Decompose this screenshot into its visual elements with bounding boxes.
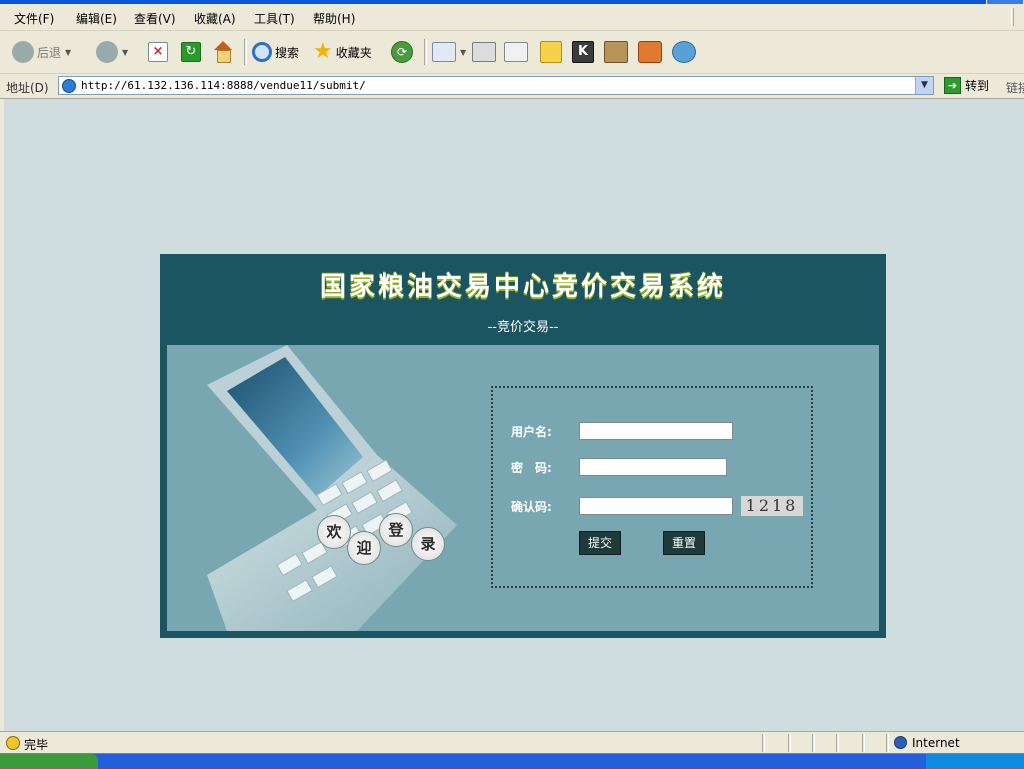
status-text: 完毕 — [24, 738, 49, 752]
system-title: 国家粮油交易中心竞价交易系统 — [319, 272, 726, 302]
people-button[interactable] — [672, 37, 696, 67]
toolbar-separator — [424, 39, 427, 65]
links-button[interactable]: 链接 — [1006, 79, 1024, 96]
status-divider — [862, 734, 865, 752]
status-bar: 完毕 Internet — [0, 731, 1024, 754]
confirm-code-label: 确认码: — [511, 499, 552, 514]
ie-page-icon — [62, 79, 76, 93]
forward-dropdown-icon[interactable]: ▼ — [122, 48, 128, 57]
welcome-badge: 迎 — [347, 531, 381, 565]
favorites-label: 收藏夹 — [335, 45, 372, 60]
note-icon — [540, 41, 562, 63]
login-panel: 欢 迎 登 录 用户名: 密 码: 确认码: 1218 提交 重置 — [167, 345, 879, 631]
status-divider — [812, 734, 815, 752]
home-icon — [212, 41, 234, 63]
search-icon — [252, 42, 272, 62]
laptop-illustration — [207, 345, 457, 631]
status-divider — [788, 734, 791, 752]
toolbar-separator — [244, 39, 247, 65]
system-tray — [926, 754, 1024, 769]
address-input[interactable]: http://61.132.136.114:8888/vendue11/subm… — [58, 76, 934, 95]
address-url[interactable]: http://61.132.136.114:8888/vendue11/subm… — [81, 79, 366, 92]
status-divider — [836, 734, 839, 752]
edit-button[interactable] — [504, 37, 528, 67]
confirm-code-row: 确认码: 1218 — [511, 496, 803, 516]
note-button[interactable] — [540, 37, 562, 67]
username-input[interactable] — [579, 422, 733, 440]
address-dropdown-icon[interactable]: ▼ — [915, 77, 933, 94]
print-button[interactable] — [472, 37, 496, 67]
forward-button[interactable]: ▼ — [96, 37, 128, 67]
address-bar: 地址(D) http://61.132.136.114:8888/vendue1… — [0, 74, 1024, 99]
login-card: 国家粮油交易中心竞价交易系统 --竞价交易-- 欢 迎 登 录 用户名: 密 码… — [160, 254, 886, 638]
menu-favorites[interactable]: 收藏(A) — [194, 10, 236, 27]
confirm-code-input[interactable] — [579, 497, 733, 515]
k-button[interactable]: K — [572, 37, 594, 67]
submit-button[interactable]: 提交 — [579, 531, 621, 555]
login-form: 用户名: 密 码: 确认码: 1218 提交 重置 — [491, 386, 813, 588]
edit-icon — [504, 42, 528, 62]
password-label: 密 码: — [511, 460, 552, 475]
stop-button[interactable]: × — [148, 37, 168, 67]
mail-icon — [432, 42, 456, 62]
username-row: 用户名: — [511, 422, 733, 440]
people-icon — [672, 41, 696, 63]
page-done-icon — [6, 736, 20, 750]
reset-button[interactable]: 重置 — [663, 531, 705, 555]
search-label: 搜索 — [275, 45, 300, 60]
menu-help[interactable]: 帮助(H) — [313, 10, 355, 27]
back-label: 后退 — [37, 45, 62, 60]
page-content: 国家粮油交易中心竞价交易系统 --竞价交易-- 欢 迎 登 录 用户名: 密 码… — [0, 99, 1024, 731]
refresh-icon: ↻ — [181, 42, 201, 62]
welcome-badges: 欢 迎 登 录 — [317, 509, 467, 569]
internet-globe-icon — [894, 736, 907, 749]
start-button[interactable] — [0, 754, 98, 769]
username-label: 用户名: — [511, 424, 552, 439]
star-icon: ★ — [313, 39, 333, 64]
go-button[interactable]: ➔ 转到 — [944, 77, 989, 94]
security-zone: Internet — [912, 736, 960, 750]
menu-bar: 文件(F) 编辑(E) 查看(V) 收藏(A) 工具(T) 帮助(H) — [0, 4, 1024, 31]
status-divider — [886, 734, 889, 752]
menu-file[interactable]: 文件(F) — [14, 10, 54, 27]
back-dropdown-icon[interactable]: ▼ — [65, 48, 71, 57]
password-row: 密 码: — [511, 458, 727, 476]
print-icon — [472, 42, 496, 62]
mail-dropdown-icon[interactable]: ▼ — [460, 48, 466, 57]
status-divider — [762, 734, 765, 752]
menu-view[interactable]: 查看(V) — [134, 10, 176, 27]
back-button[interactable]: 后退 ▼ — [12, 37, 71, 67]
menu-tools[interactable]: 工具(T) — [254, 10, 295, 27]
history-icon: ⟳ — [391, 41, 413, 63]
favorites-button[interactable]: ★ 收藏夹 — [313, 37, 372, 67]
password-input[interactable] — [579, 458, 727, 476]
back-arrow-icon — [12, 41, 34, 63]
welcome-badge: 登 — [379, 513, 413, 547]
stop-icon: × — [148, 42, 168, 62]
history-button[interactable]: ⟳ — [391, 37, 413, 67]
forward-arrow-icon — [96, 41, 118, 63]
search-button[interactable]: 搜索 — [252, 37, 299, 67]
mail-button[interactable]: ▼ — [432, 37, 466, 67]
book-icon — [604, 41, 628, 63]
refresh-button[interactable]: ↻ — [181, 37, 201, 67]
book-button[interactable] — [604, 37, 628, 67]
welcome-badge: 欢 — [317, 515, 351, 549]
k-icon: K — [572, 41, 594, 63]
toolbar: 后退 ▼ ▼ × ↻ 搜索 ★ 收藏夹 ⟳ ▼ K — [0, 31, 1024, 74]
welcome-badge: 录 — [411, 527, 445, 561]
captcha-image: 1218 — [741, 496, 803, 516]
messenger-button[interactable] — [638, 37, 662, 67]
go-label: 转到 — [965, 79, 990, 93]
home-button[interactable] — [212, 37, 234, 67]
system-subtitle: --竞价交易-- — [487, 320, 559, 335]
menu-edit[interactable]: 编辑(E) — [76, 10, 117, 27]
go-arrow-icon: ➔ — [944, 77, 961, 94]
messenger-icon — [638, 41, 662, 63]
address-label: 地址(D) — [6, 81, 49, 95]
menubar-grip — [1011, 8, 1014, 26]
taskbar — [0, 753, 1024, 769]
